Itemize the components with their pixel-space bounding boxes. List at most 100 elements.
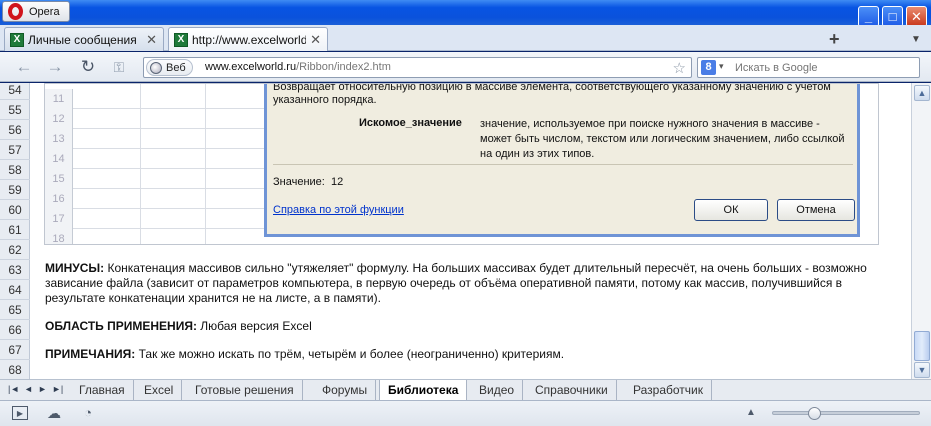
- panel-toggle-icon[interactable]: ▶: [12, 406, 28, 420]
- row-number: 55: [0, 100, 30, 120]
- zoom-slider[interactable]: [772, 407, 920, 420]
- search-field[interactable]: 8 ▾: [697, 57, 920, 78]
- key-icon[interactable]: ⚿: [109, 57, 129, 77]
- sheet-prev-icon[interactable]: ◄: [24, 384, 33, 394]
- value-number: 12: [330, 176, 344, 188]
- globe-icon: [150, 61, 162, 74]
- argument-name: Искомое_значение: [359, 117, 462, 129]
- argument-description: значение, используемое при поиске нужног…: [480, 118, 845, 160]
- row-number: 59: [0, 180, 30, 200]
- minus-label: МИНУСЫ:: [45, 261, 105, 275]
- forward-arrow-icon[interactable]: →: [45, 57, 65, 77]
- sheet-last-icon[interactable]: ►|: [52, 384, 63, 394]
- sheet-tab-library[interactable]: Библиотека: [379, 380, 468, 400]
- row-number: 65: [0, 300, 30, 320]
- opera-unite-cloud-icon[interactable]: ☁: [46, 406, 62, 420]
- row-number: 57: [0, 140, 30, 160]
- sheet-tab-forums[interactable]: Форумы: [314, 380, 377, 400]
- ok-button[interactable]: ОК: [694, 199, 768, 221]
- excel-row-number: 12: [45, 109, 73, 129]
- function-description: Возвращает относительную позицию в масси…: [273, 83, 831, 106]
- excel-row-number: 15: [45, 169, 73, 189]
- tab-menu-chevron-icon[interactable]: ▼: [911, 34, 921, 45]
- url-host: www.excelworld.ru: [205, 61, 297, 73]
- sheet-tab-home[interactable]: Главная: [71, 380, 134, 400]
- zoom-fit-icon[interactable]: ▲: [743, 406, 759, 420]
- scroll-up-arrow-icon[interactable]: ▲: [914, 85, 930, 101]
- scope-label: ОБЛАСТЬ ПРИМЕНЕНИЯ:: [45, 319, 197, 333]
- dialog-divider: [273, 164, 853, 165]
- row-number: 62: [0, 240, 30, 260]
- minus-text: Конкатенация массивов сильно "утяжеляет"…: [45, 261, 867, 305]
- opera-menu-label: Opera: [29, 5, 60, 18]
- sheet-tab-video[interactable]: Видео: [471, 380, 524, 400]
- dialog-value-line: Значение: 12: [273, 176, 343, 188]
- tab-bar: X Личные сообщения ✕ X http://www.excelw…: [0, 25, 931, 51]
- sheet-tab-developer[interactable]: Разработчик: [625, 380, 712, 400]
- reload-icon[interactable]: ↻: [78, 57, 98, 77]
- notes-text: Так же можно искать по трём, четырём и б…: [135, 347, 565, 361]
- tab-excelworld[interactable]: X http://www.excelworld... ✕: [168, 27, 328, 51]
- excel-row: 16: [45, 189, 275, 209]
- google-icon[interactable]: 8: [701, 60, 716, 75]
- title-bar: Opera _ □ ✕: [0, 0, 931, 27]
- excel-row-number: 11: [45, 89, 73, 109]
- excel-row-number: 14: [45, 149, 73, 169]
- row-number: 64: [0, 280, 30, 300]
- search-input[interactable]: [735, 60, 915, 75]
- sheet-tab-excel[interactable]: Excel: [136, 380, 183, 400]
- search-engine-dropdown-icon[interactable]: ▾: [719, 61, 724, 72]
- opera-logo-icon: [8, 3, 23, 20]
- row-number-column: 54 55 56 57 58 59 60 61 62 63 64 65 66 6…: [0, 83, 30, 379]
- excel-row: 18: [45, 229, 275, 244]
- opera-menu-button[interactable]: Opera: [2, 1, 70, 22]
- turbo-speedometer-icon[interactable]: ◔: [80, 406, 96, 420]
- excel-row-number: 17: [45, 209, 73, 229]
- sheet-tab-ready-solutions[interactable]: Готовые решения: [187, 380, 303, 400]
- excel-row: 15: [45, 169, 275, 189]
- tab-close-icon[interactable]: ✕: [310, 32, 321, 48]
- sheet-first-icon[interactable]: |◄: [8, 384, 19, 394]
- function-help-link[interactable]: Справка по этой функции: [273, 204, 404, 216]
- excel-row: 17: [45, 209, 275, 229]
- excel-row-number: 13: [45, 129, 73, 149]
- sheet-tab-reference[interactable]: Справочники: [527, 380, 617, 400]
- sheet-next-icon[interactable]: ►: [38, 384, 47, 394]
- notes-label: ПРИМЕЧАНИЯ:: [45, 347, 136, 361]
- vertical-scrollbar[interactable]: ▲ ▼: [911, 83, 931, 379]
- cancel-button[interactable]: Отмена: [777, 199, 855, 221]
- row-number: 66: [0, 320, 30, 340]
- scroll-thumb[interactable]: [914, 331, 930, 361]
- row-number: 58: [0, 160, 30, 180]
- zoom-slider-knob[interactable]: [807, 407, 821, 420]
- excel-favicon-icon: X: [10, 32, 24, 47]
- excel-row: 12: [45, 109, 275, 129]
- minimize-button[interactable]: _: [858, 6, 879, 27]
- web-badge[interactable]: Веб: [146, 59, 193, 76]
- web-badge-label: Веб: [166, 61, 186, 74]
- scroll-down-arrow-icon[interactable]: ▼: [914, 362, 930, 378]
- excel-gridline: [205, 84, 206, 244]
- row-number: 56: [0, 120, 30, 140]
- scope-text: Любая версия Excel: [196, 319, 312, 333]
- article-body: 11 12 13 14 15 16 17 18 Возвращает относ…: [32, 83, 911, 379]
- excel-screenshot: 11 12 13 14 15 16 17 18 Возвращает относ…: [44, 83, 879, 245]
- close-window-button[interactable]: ✕: [906, 6, 927, 27]
- value-label: Значение:: [273, 176, 325, 188]
- excel-row-number: 16: [45, 189, 73, 209]
- bookmark-star-icon[interactable]: ☆: [673, 59, 686, 77]
- new-tab-button[interactable]: +: [829, 29, 840, 50]
- address-toolbar: ← → ↻ ⚿ Веб www.excelworld.ru/Ribbon/ind…: [0, 52, 931, 82]
- row-number: 54: [0, 83, 30, 100]
- excel-row: 13: [45, 129, 275, 149]
- back-arrow-icon[interactable]: ←: [14, 57, 34, 77]
- maximize-button[interactable]: □: [882, 6, 903, 27]
- tab-close-icon[interactable]: ✕: [146, 32, 157, 48]
- url-text[interactable]: www.excelworld.ru/Ribbon/index2.htm: [205, 61, 391, 73]
- page-content: 54 55 56 57 58 59 60 61 62 63 64 65 66 6…: [0, 83, 911, 379]
- address-field[interactable]: Веб www.excelworld.ru/Ribbon/index2.htm …: [143, 57, 692, 78]
- excel-row: 11: [45, 89, 275, 109]
- tab-private-messages[interactable]: X Личные сообщения ✕: [4, 27, 164, 51]
- url-path: /Ribbon/index2.htm: [296, 61, 391, 73]
- sheet-tab-bar: |◄ ◄ ► ►| Главная Excel Готовые решения …: [0, 379, 931, 400]
